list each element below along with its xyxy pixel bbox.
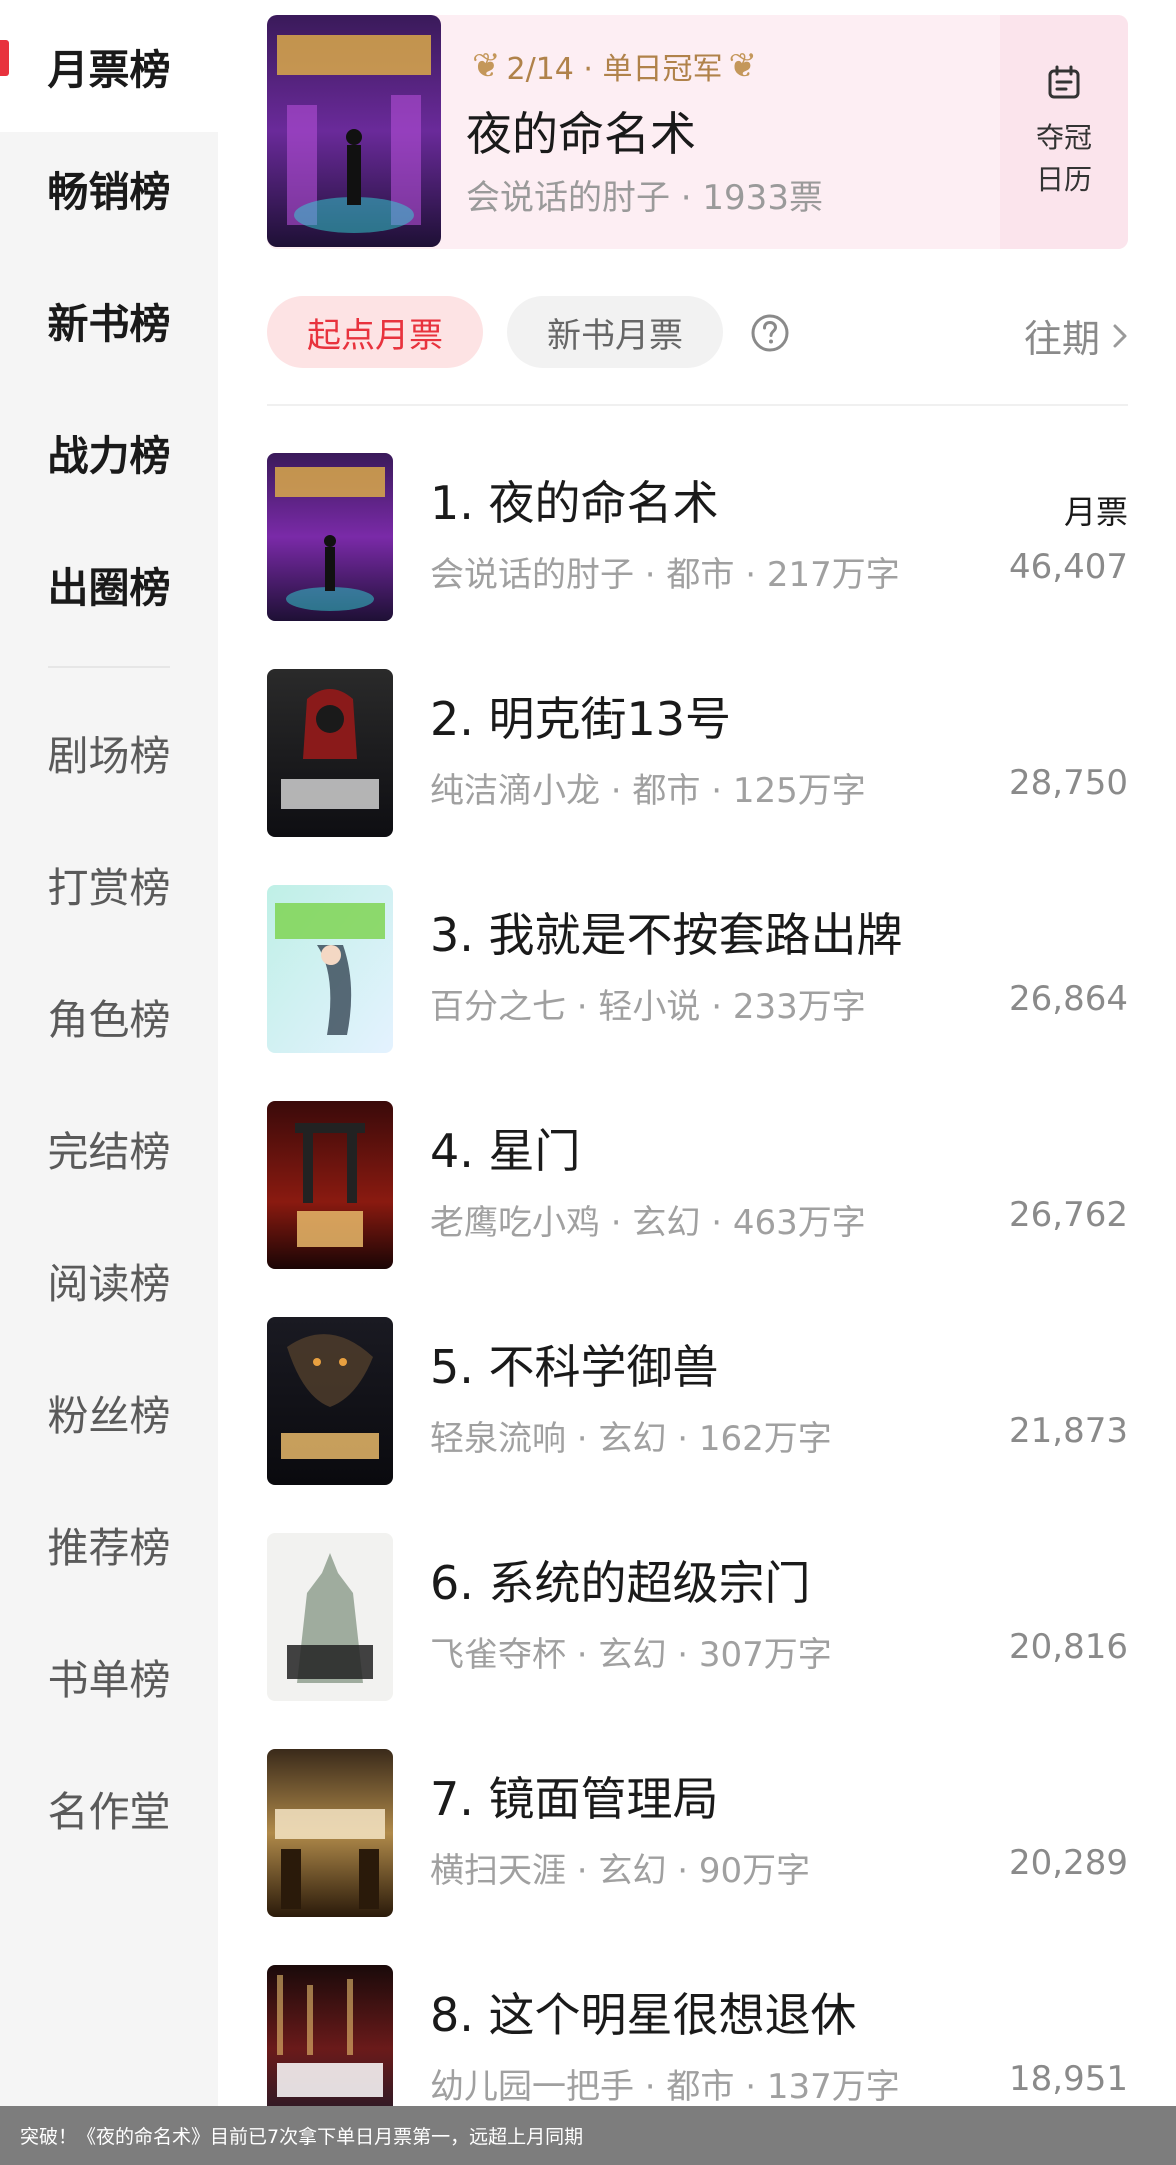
divider xyxy=(267,404,1128,406)
sidebar-item-completed[interactable]: 完结榜 xyxy=(0,1082,218,1214)
book-cover[interactable] xyxy=(267,1749,393,1917)
book-cover[interactable] xyxy=(267,1101,393,1269)
champion-badge-text: 2/14 · 单日冠军 xyxy=(506,52,723,87)
vote-header: 月票 xyxy=(1063,493,1128,531)
sidebar-item-character[interactable]: 角色榜 xyxy=(0,950,218,1082)
sidebar-item-theater[interactable]: 剧场榜 xyxy=(0,686,218,818)
sidebar-item-label: 战力榜 xyxy=(47,432,171,480)
toast-text: 突破！《夜的命名术》目前已7次拿下单日月票第一，远超上月同期 xyxy=(20,2126,584,2148)
champion-book-cover[interactable] xyxy=(267,15,441,247)
sidebar-item-breakout[interactable]: 出圈榜 xyxy=(0,518,218,650)
sidebar-item-fans[interactable]: 粉丝榜 xyxy=(0,1346,218,1478)
list-item[interactable]: 1. 夜的命名术 会说话的肘子 · 都市 · 217万字 月票 46,407 xyxy=(267,453,1128,623)
book-cover-image xyxy=(267,1533,393,1701)
list-item[interactable]: 6. 系统的超级宗门 飞雀夺杯 · 玄幻 · 307万字 20,816 xyxy=(267,1533,1128,1703)
book-cover-image xyxy=(267,15,441,247)
vote-count: 18,951 xyxy=(1009,2059,1128,2099)
question-circle-icon[interactable] xyxy=(750,313,790,353)
vote-count: 20,816 xyxy=(1009,1627,1128,1667)
sidebar-divider xyxy=(48,666,170,668)
vote-count: 20,289 xyxy=(1009,1843,1128,1883)
list-item[interactable]: 4. 星门 老鹰吃小鸡 · 玄幻 · 463万字 26,762 xyxy=(267,1101,1128,1271)
tab-new-book-monthly[interactable]: 新书月票 xyxy=(507,296,723,368)
vote-count: 28,750 xyxy=(1009,763,1128,803)
sidebar-item-label: 出圈榜 xyxy=(47,564,171,612)
list-item[interactable]: 3. 我就是不按套路出牌 百分之七 · 轻小说 · 233万字 26,864 xyxy=(267,885,1128,1055)
sidebar-item-booklist[interactable]: 书单榜 xyxy=(0,1610,218,1742)
book-cover-image xyxy=(267,1749,393,1917)
book-title: 3. 我就是不按套路出牌 xyxy=(430,908,903,962)
book-title: 6. 系统的超级宗门 xyxy=(430,1556,811,1610)
book-meta: 会说话的肘子 · 都市 · 217万字 xyxy=(430,555,900,595)
book-cover-image xyxy=(267,1317,393,1485)
champion-calendar-button[interactable]: 夺冠 日历 xyxy=(1000,15,1128,249)
book-title: 1. 夜的命名术 xyxy=(430,476,719,530)
book-meta: 百分之七 · 轻小说 · 233万字 xyxy=(430,987,866,1027)
toast-banner: 突破！《夜的命名术》目前已7次拿下单日月票第一，远超上月同期 xyxy=(0,2106,1176,2165)
champion-badge: ❦ 2/14 · 单日冠军 ❦ xyxy=(466,44,763,88)
sidebar-item-label: 月票榜 xyxy=(47,46,171,94)
sidebar-item-bestseller[interactable]: 畅销榜 xyxy=(0,122,218,254)
calendar-label-line2: 日历 xyxy=(1035,163,1092,196)
list-item[interactable]: 5. 不科学御兽 轻泉流响 · 玄幻 · 162万字 21,873 xyxy=(267,1317,1128,1487)
sidebar-item-reading[interactable]: 阅读榜 xyxy=(0,1214,218,1346)
book-title: 4. 星门 xyxy=(430,1124,581,1178)
sidebar-item-label: 粉丝榜 xyxy=(47,1392,171,1440)
book-cover[interactable] xyxy=(267,1317,393,1485)
book-title: 7. 镜面管理局 xyxy=(430,1772,719,1826)
sidebar-item-label: 书单榜 xyxy=(47,1656,171,1704)
book-title: 8. 这个明星很想退休 xyxy=(430,1988,857,2042)
book-cover[interactable] xyxy=(267,669,393,837)
book-meta: 轻泉流响 · 玄幻 · 162万字 xyxy=(430,1419,832,1459)
history-label: 往期 xyxy=(1023,317,1100,361)
sidebar-item-power[interactable]: 战力榜 xyxy=(0,386,218,518)
vote-count: 26,864 xyxy=(1009,979,1128,1019)
calendar-icon xyxy=(1048,65,1080,99)
history-link[interactable]: 往期 xyxy=(1024,308,1128,363)
book-cover-image xyxy=(267,453,393,621)
book-title: 2. 明克街13号 xyxy=(430,692,732,746)
champion-title[interactable]: 夜的命名术 xyxy=(466,98,696,164)
sidebar-item-label: 阅读榜 xyxy=(47,1260,171,1308)
book-cover-image xyxy=(267,669,393,837)
sidebar-item-reward[interactable]: 打赏榜 xyxy=(0,818,218,950)
laurel-left-icon: ❦ xyxy=(472,46,501,86)
book-meta: 纯洁滴小龙 · 都市 · 125万字 xyxy=(430,771,866,811)
calendar-label-line1: 夺冠 xyxy=(1035,121,1092,154)
sidebar-item-hall-of-fame[interactable]: 名作堂 xyxy=(0,1742,218,1874)
book-title: 5. 不科学御兽 xyxy=(430,1340,719,1394)
sidebar-item-label: 完结榜 xyxy=(47,1128,171,1176)
book-meta: 幼儿园一把手 · 都市 · 137万字 xyxy=(430,2067,900,2107)
book-cover[interactable] xyxy=(267,453,393,621)
vote-count: 21,873 xyxy=(1009,1411,1128,1451)
vote-count: 46,407 xyxy=(1009,547,1128,587)
tab-qidian-monthly[interactable]: 起点月票 xyxy=(267,296,483,368)
sidebar-item-label: 剧场榜 xyxy=(47,732,171,780)
champion-subtitle: 会说话的肘子 · 1933票 xyxy=(466,178,823,218)
list-item[interactable]: 2. 明克街13号 纯洁滴小龙 · 都市 · 125万字 28,750 xyxy=(267,669,1128,839)
sidebar-item-label: 角色榜 xyxy=(47,996,171,1044)
book-cover-image xyxy=(267,885,393,1053)
sidebar-item-monthly-ticket[interactable]: 月票榜 xyxy=(0,0,218,132)
sidebar-item-label: 打赏榜 xyxy=(47,864,171,912)
chevron-right-icon xyxy=(1113,324,1127,347)
list-item[interactable]: 7. 镜面管理局 横扫天涯 · 玄幻 · 90万字 20,289 xyxy=(267,1749,1128,1919)
sidebar: 月票榜 畅销榜 新书榜 战力榜 出圈榜 剧场榜 打赏榜 角色榜 完结榜 阅读榜 … xyxy=(0,0,218,2165)
book-meta: 老鹰吃小鸡 · 玄幻 · 463万字 xyxy=(430,1203,866,1243)
book-meta: 横扫天涯 · 玄幻 · 90万字 xyxy=(430,1851,811,1891)
sidebar-item-label: 新书榜 xyxy=(47,300,171,348)
vote-count: 26,762 xyxy=(1009,1195,1128,1235)
calendar-label: 夺冠 日历 xyxy=(1036,117,1092,201)
sidebar-item-recommend[interactable]: 推荐榜 xyxy=(0,1478,218,1610)
book-cover[interactable] xyxy=(267,1533,393,1701)
sidebar-item-label: 推荐榜 xyxy=(47,1524,171,1572)
sidebar-item-label: 畅销榜 xyxy=(47,168,171,216)
book-meta: 飞雀夺杯 · 玄幻 · 307万字 xyxy=(430,1635,832,1675)
book-cover[interactable] xyxy=(267,885,393,1053)
laurel-right-icon: ❦ xyxy=(728,46,757,86)
sidebar-item-label: 名作堂 xyxy=(47,1788,171,1836)
sidebar-item-new-book[interactable]: 新书榜 xyxy=(0,254,218,386)
book-cover-image xyxy=(267,1101,393,1269)
